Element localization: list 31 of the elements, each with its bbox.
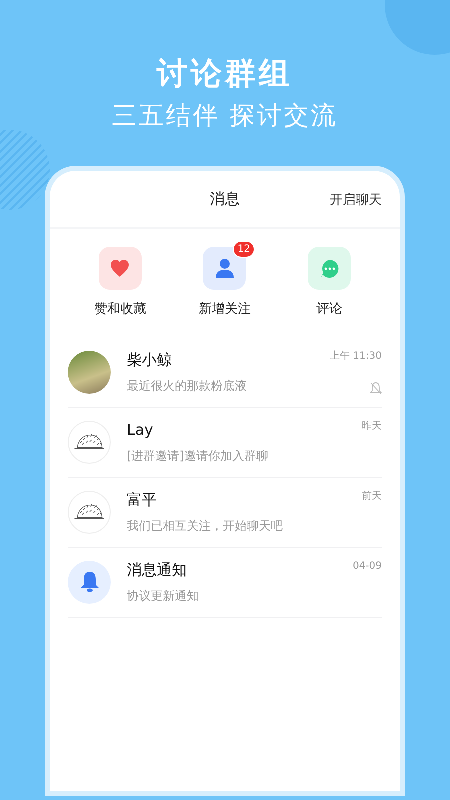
message-time: 04-09: [352, 560, 382, 574]
start-chat-link[interactable]: 开启聊天: [330, 191, 382, 210]
conversation-row[interactable]: 消息通知 04-09 协议更新通知: [68, 548, 382, 618]
contact-name: 富平: [127, 490, 157, 511]
photo-placeholder: [68, 350, 111, 394]
promo-subtitle: 三五结伴 探讨交流: [111, 100, 339, 132]
bell-icon: [80, 571, 100, 593]
count-badge: 12: [232, 241, 256, 258]
message-preview: 最近很火的那款粉底液: [127, 378, 247, 396]
heart-icon: [109, 258, 132, 280]
person-icon: [214, 258, 236, 280]
message-time: 昨天: [362, 420, 382, 434]
hedgehog-avatar-icon: [68, 420, 111, 464]
contact-name: 消息通知: [127, 560, 187, 581]
promo-title: 讨论群组: [156, 55, 294, 94]
shortcut-button[interactable]: 赞和收藏: [80, 239, 160, 320]
contact-name: 柴小鲸: [127, 350, 172, 371]
message-time: 前天: [362, 490, 382, 504]
message-preview: 我们已相互关注，开始聊天吧: [127, 518, 283, 536]
shortcut-button[interactable]: 评论: [290, 239, 370, 320]
message-preview: [进群邀请]邀请你加入群聊: [127, 448, 268, 466]
message-time: 上午 11:30: [330, 350, 382, 364]
shortcut-button[interactable]: 12 新增关注: [184, 239, 265, 320]
message-preview: 协议更新通知: [127, 588, 199, 606]
hedgehog-avatar-icon: [68, 490, 111, 534]
chat-bubble-icon: [318, 258, 341, 280]
screen-title: 消息: [210, 188, 240, 210]
conversation-row[interactable]: Lay 昨天 [进群邀请]邀请你加入群聊: [68, 408, 382, 478]
conversation-row[interactable]: 柴小鲸 上午 11:30 最近很火的那款粉底液: [68, 338, 382, 408]
contact-name: Lay: [127, 420, 154, 441]
conversation-row[interactable]: 富平 前天 我们已相互关注，开始聊天吧: [68, 478, 382, 548]
